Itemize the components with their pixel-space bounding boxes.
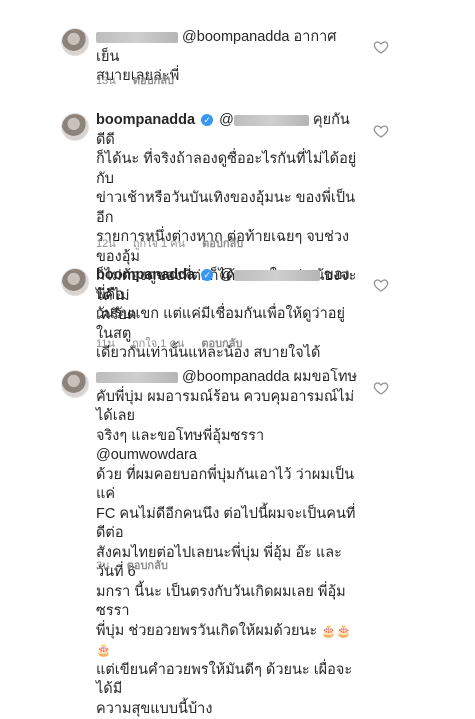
timestamp: 3น — [96, 560, 110, 572]
redacted-username — [96, 371, 178, 383]
redacted-username — [233, 269, 320, 281]
username[interactable]: boompanadda — [96, 112, 195, 128]
comment-text: @boompanadda ผมขอโทษ คับพี่บุ่ม ผมอารมณ์… — [96, 369, 358, 717]
redacted-username — [233, 114, 309, 126]
avatar[interactable] — [61, 113, 89, 141]
heart-icon[interactable] — [373, 39, 389, 55]
verified-badge-icon: ✓ — [201, 114, 214, 127]
comment-meta: 11น ถูกใจ 1 คน ตอบกลับ — [96, 334, 256, 352]
redacted-username — [96, 31, 178, 43]
timestamp: 11น — [96, 338, 115, 350]
reply-button[interactable]: ตอบกลับ — [201, 338, 242, 350]
avatar[interactable] — [61, 370, 89, 398]
reply-button[interactable]: ตอบกลับ — [133, 75, 174, 87]
verified-badge-icon: ✓ — [201, 269, 214, 282]
mention-link[interactable]: @boompanadda — [182, 369, 289, 385]
heart-icon[interactable] — [373, 380, 389, 396]
heart-icon[interactable] — [373, 277, 389, 293]
avatar[interactable] — [61, 28, 89, 56]
comment-meta: 3น ตอบกลับ — [96, 556, 182, 574]
mention-link[interactable]: @boompanadda — [182, 29, 289, 45]
heart-icon[interactable] — [373, 123, 389, 139]
reply-button[interactable]: ตอบกลับ — [202, 238, 243, 250]
timestamp: 12น — [96, 238, 116, 250]
comment-meta: 12น ถูกใจ 1 คน ตอบกลับ — [96, 234, 257, 252]
avatar[interactable] — [61, 268, 89, 296]
username[interactable]: boompanadda — [96, 267, 195, 283]
timestamp: 13น — [96, 75, 116, 87]
likes-count[interactable]: ถูกใจ 1 คน — [132, 338, 184, 350]
reply-button[interactable]: ตอบกลับ — [127, 560, 168, 572]
comment-meta: 13น ตอบกลับ — [96, 71, 188, 89]
likes-count[interactable]: ถูกใจ 1 คน — [133, 238, 185, 250]
